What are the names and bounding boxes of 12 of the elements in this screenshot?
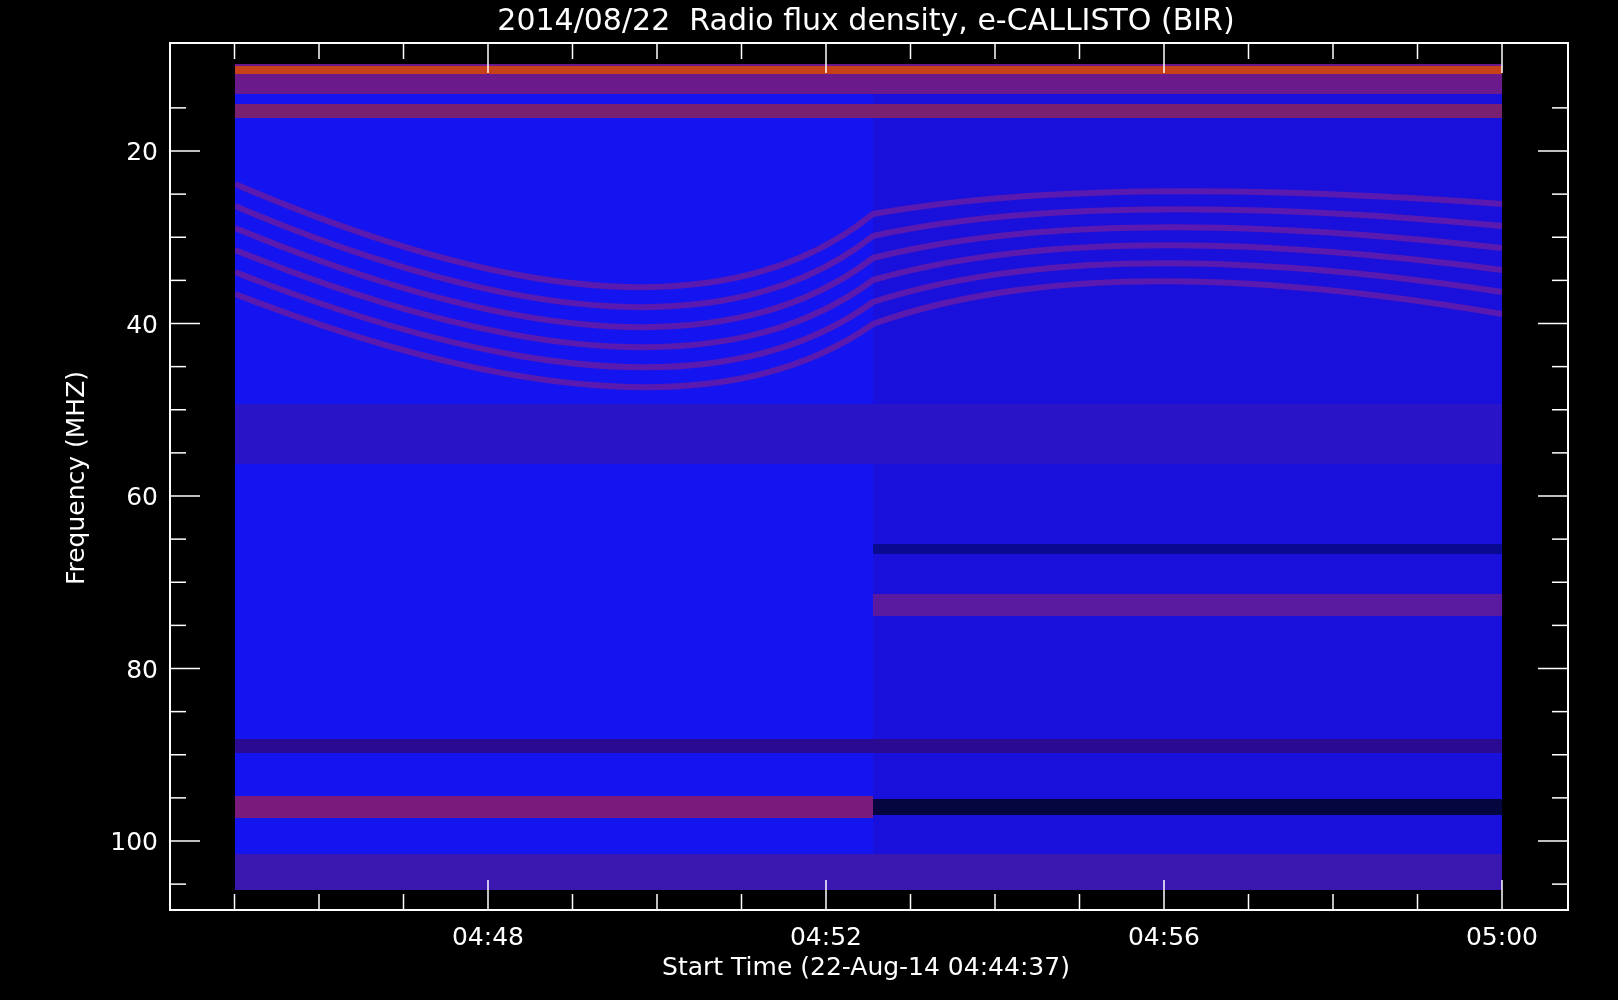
x-tick-label: 04:48 xyxy=(452,922,524,951)
x-axis-label: Start Time (22-Aug-14 04:44:37) xyxy=(662,952,1070,981)
chart-title: 2014/08/22 Radio flux density, e-CALLISTO (BIR) xyxy=(497,2,1235,37)
x-tick-label: 04:56 xyxy=(1128,922,1200,951)
y-tick-label: 20 xyxy=(126,137,158,166)
y-axis-label: Frequency (MHZ) xyxy=(61,370,90,586)
x-tick-label: 04:52 xyxy=(790,922,862,951)
x-tick-label: 05:00 xyxy=(1466,922,1538,951)
y-tick-label: 60 xyxy=(126,482,158,511)
y-tick-label: 40 xyxy=(126,309,158,339)
y-tick-label: 100 xyxy=(110,827,158,856)
y-tick-label: 80 xyxy=(126,654,158,684)
